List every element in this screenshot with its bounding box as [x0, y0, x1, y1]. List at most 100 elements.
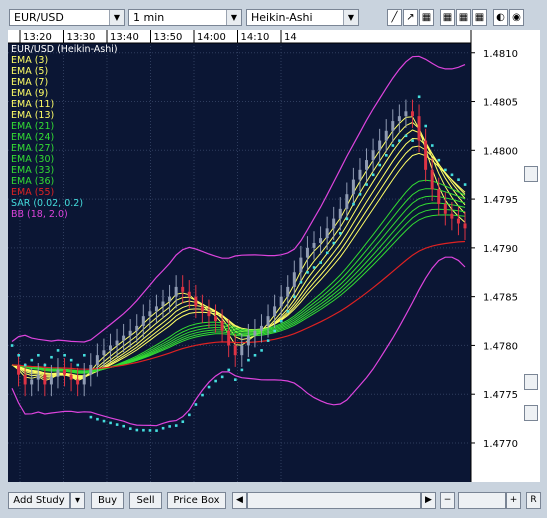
color-button[interactable]: ◐	[493, 9, 508, 26]
reset-button[interactable]: R	[526, 492, 541, 509]
draw-line-button[interactable]: ╱	[387, 9, 402, 26]
y-tick-label: 1.4800	[483, 146, 518, 157]
sar-dot	[325, 251, 329, 255]
sar-dot	[385, 153, 388, 157]
x-tick-label: 13:40	[110, 32, 139, 43]
price-box-button[interactable]: Price Box	[167, 492, 226, 509]
add-study-button[interactable]: Add Study	[8, 492, 70, 509]
legend-item: EMA (33)	[11, 165, 54, 176]
scroll-right-button[interactable]: ▶	[421, 492, 436, 509]
grid-button[interactable]: ▦	[440, 9, 455, 26]
zoom-in-button[interactable]: +	[506, 492, 521, 509]
chart-area[interactable]: 13:20 13:30 13:40 13:50 14:00 14:10 14 1.4810 1…	[8, 30, 540, 482]
candle-body	[49, 376, 53, 385]
candle-body	[450, 213, 454, 219]
grid-icon: ▦	[474, 12, 485, 23]
candle-body	[56, 369, 60, 377]
candle-body	[240, 345, 244, 356]
sar-dot	[63, 353, 66, 357]
grid-icon: ▦	[458, 12, 469, 23]
candle-body	[351, 179, 355, 195]
candle-body	[292, 272, 296, 287]
candle-body	[443, 203, 447, 214]
sar-dot	[148, 429, 152, 432]
add-study-dropdown[interactable]: ▾	[70, 492, 85, 509]
scroll-thumb[interactable]	[524, 374, 538, 390]
zoom-slider[interactable]	[458, 492, 506, 509]
buy-button[interactable]: Buy	[91, 492, 124, 509]
candle-body	[299, 257, 303, 273]
scroll-thumb[interactable]	[524, 405, 538, 421]
sar-dot	[201, 393, 204, 397]
chevron-down-icon[interactable]: ▼	[109, 10, 124, 25]
legend-item: EMA (9)	[11, 88, 48, 99]
candle-body	[319, 238, 323, 243]
y-tick-label: 1.4790	[483, 244, 518, 255]
sar-dot	[365, 183, 368, 186]
sar-dot	[444, 168, 447, 172]
sell-button[interactable]: Sell	[129, 492, 162, 509]
legend-item: EMA (55)	[11, 187, 54, 198]
sar-dot	[161, 426, 165, 430]
sar-dot	[174, 424, 178, 427]
chart-type-select-value: Heikin-Ashi	[251, 11, 313, 24]
grid-button[interactable]: ▦	[472, 9, 487, 26]
candle-body	[305, 247, 309, 258]
interval-select[interactable]: 1 min ▼	[128, 9, 242, 26]
y-tick-label: 1.4785	[483, 293, 518, 304]
candle-body	[338, 208, 342, 219]
candle-body	[371, 150, 375, 161]
horizontal-scrollbar[interactable]	[247, 492, 421, 509]
sar-dot	[17, 353, 20, 357]
chart-type-select[interactable]: Heikin-Ashi ▼	[246, 9, 359, 26]
candle-body	[174, 286, 178, 297]
legend-item: EMA (21)	[11, 121, 54, 132]
color-icon: ◉	[512, 12, 521, 23]
legend-item: EMA (30)	[11, 154, 54, 165]
candle-body	[95, 355, 99, 365]
bottom-toolbar: Add Study ▾ Buy Sell Price Box ◀ ▶ − + R	[0, 488, 547, 518]
grid-button[interactable]: ▦	[456, 9, 471, 26]
sar-dot	[437, 158, 441, 162]
candle-body	[168, 296, 172, 302]
candle-body	[30, 379, 34, 385]
chevron-down-icon[interactable]: ▼	[226, 10, 241, 25]
x-tick-label: 14:00	[197, 32, 226, 43]
candle-body	[391, 121, 395, 131]
candle-body	[115, 340, 119, 346]
sar-dot	[260, 349, 263, 352]
candle-body	[122, 335, 126, 341]
candle-body	[417, 116, 421, 141]
pointer-button[interactable]: ↗	[403, 9, 418, 26]
candle-body	[17, 364, 21, 375]
symbol-select[interactable]: EUR/USD ▼	[9, 9, 125, 26]
candle-body	[266, 316, 270, 326]
candle-body	[76, 379, 80, 385]
candle-body	[365, 160, 369, 170]
sar-dot	[168, 425, 171, 428]
y-tick-label: 1.4795	[483, 195, 518, 206]
candle-body	[424, 140, 428, 170]
scroll-left-button[interactable]: ◀	[232, 492, 247, 509]
candle-body	[154, 306, 158, 312]
sar-dot	[83, 353, 86, 357]
color-button[interactable]: ◉	[509, 9, 524, 26]
color-icon: ◐	[496, 12, 505, 23]
candle-body	[378, 140, 382, 151]
sar-dot	[69, 358, 73, 362]
sar-dot	[43, 363, 47, 367]
legend-item: EMA (3)	[11, 55, 48, 66]
vertical-scrollbar[interactable]	[524, 44, 538, 478]
sar-dot	[109, 421, 112, 425]
sar-dot	[128, 427, 132, 430]
sar-dot	[411, 139, 414, 142]
candle-body	[69, 374, 73, 380]
grid-button[interactable]: ▦	[419, 9, 434, 26]
zoom-out-button[interactable]: −	[440, 492, 455, 509]
scroll-thumb[interactable]	[524, 166, 538, 182]
draw-line-icon: ╱	[391, 12, 398, 23]
price-chart[interactable]: 13:20 13:30 13:40 13:50 14:00 14:10 14 1.4810 1…	[8, 30, 540, 482]
chevron-down-icon[interactable]: ▼	[343, 10, 358, 25]
sar-dot	[115, 423, 119, 426]
candle-body	[325, 228, 329, 239]
